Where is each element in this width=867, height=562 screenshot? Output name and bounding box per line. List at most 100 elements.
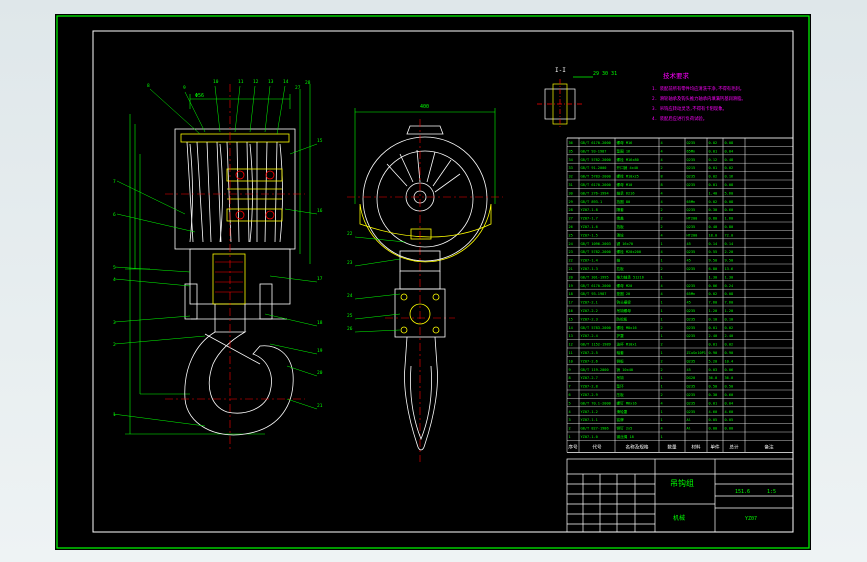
bom-cell-unit: 0.06 [709, 284, 718, 288]
bom-cell-no: 2 [569, 427, 571, 431]
bom-cell-name: 垫圈 16 [617, 148, 631, 153]
bom-cell-name: 推力轴承 51216 [617, 274, 644, 279]
bom-cell-no: 11 [569, 351, 573, 355]
bom-cell-no: 25 [569, 233, 573, 237]
bom-cell-qty: 1 [661, 351, 663, 355]
bom-cell-unit: 0.01 [709, 166, 718, 170]
bom-cell-qty: 4 [661, 141, 663, 145]
bom-cell-total: 1.60 [725, 217, 734, 221]
side-view[interactable] [347, 108, 503, 462]
bom-cell-total: 0.14 [725, 242, 734, 246]
bom-table[interactable]: 36 GB/T 6170-2000 螺母 M16 4 Q235 0.02 0.0835 GB/… [566, 137, 794, 453]
bom-cell-total: 0.60 [725, 208, 734, 212]
callout-number: 21 [317, 403, 323, 409]
bom-cell-unit: 0.02 [709, 141, 718, 145]
bom-cell-unit: 0.02 [709, 292, 718, 296]
bom-cell-unit: 0.40 [709, 225, 718, 229]
bom-cell-unit: 5.20 [709, 359, 718, 363]
hook-side-profile [404, 336, 438, 451]
bom-cell-name: 开口销 4x40 [617, 165, 639, 170]
bom-cell-qty: 1 [661, 410, 663, 414]
bom-cell-code: YZ07-1.7 [581, 217, 598, 221]
drawing-viewport[interactable]: I-I 29 30 31 技术要求 1. 装配前所有零件均应清洗干净,不得有毛刺… [55, 14, 811, 550]
bom-cell-name: 压板 [617, 392, 625, 397]
bom-cell-mat: Al [687, 427, 691, 431]
section-label: I-I [555, 67, 566, 74]
bom-cell-qty: 4 [661, 149, 663, 153]
bom-cell-no: 34 [569, 158, 573, 162]
bom-cell-total: 0.05 [725, 418, 734, 422]
hook-body [184, 331, 294, 436]
front-view[interactable] [112, 84, 318, 449]
hook-leader [204, 333, 261, 365]
bom-cell-total: 0.16 [725, 175, 734, 179]
callout-number: 7 [113, 179, 116, 185]
bom-cell-mat: Q235 [687, 317, 696, 321]
bom-cell-name: 钩头横梁 [617, 300, 632, 305]
bom-cell-no: 35 [569, 149, 573, 153]
section-detail[interactable]: I-I 29 30 31 [537, 67, 617, 129]
crossbeam-hatch [215, 261, 243, 293]
bom-cell-qty: 2 [661, 267, 663, 271]
bom-cell-code: GB/T 70.1-2000 [581, 401, 611, 405]
bom-cell-total: 36.0 [725, 376, 734, 380]
bom-cell-total: 7.60 [725, 301, 734, 305]
bom-cell-qty: 1 [661, 317, 663, 321]
bom-cell-name: 螺栓 M20x200 [617, 249, 642, 254]
bom-cell-mat: ZCuSn10P1 [687, 351, 706, 355]
bom-header-cell: 总计 [729, 443, 739, 450]
bom-cell-mat: Q235 [687, 183, 696, 187]
bom-cell-name: 护罩 [617, 333, 625, 338]
bom-cell-mat: Q235 [687, 208, 696, 212]
bom-cell-total: 0.48 [725, 158, 734, 162]
bom-cell-qty: 4 [661, 200, 663, 204]
bom-cell-unit: 0.80 [709, 217, 718, 221]
bom-cell-mat: Q235 [687, 326, 696, 330]
bom-cell-unit: 4.60 [709, 410, 718, 414]
bom-cell-name: 吊钩 [617, 375, 625, 380]
bom-cell-qty: 8 [661, 175, 663, 179]
bom-cell-qty: 1 [661, 242, 663, 246]
bom-cell-unit: 0.01 [709, 183, 718, 187]
bom-cell-name: 螺栓 M10x25 [617, 174, 639, 179]
bom-cell-mat: 45 [687, 259, 691, 263]
bom-cell-qty: 4 [661, 191, 663, 195]
bom-cell-no: 24 [569, 242, 573, 246]
bom-cell-code: YZ07-1.1 [581, 418, 598, 422]
bom-cell-mat: Q235 [687, 267, 696, 271]
bom-cell-mat: DG20 [687, 376, 696, 380]
bom-cell-unit: 0.01 [709, 401, 718, 405]
bom-cell-name: 侧板 [617, 358, 625, 363]
callout-number: 9 [183, 85, 186, 91]
callout-number: 8 [147, 83, 150, 89]
bom-cell-unit: 7.60 [709, 301, 718, 305]
bom-cell-no: 14 [569, 326, 573, 330]
bom-cell-name: 螺栓 M8x16 [617, 325, 637, 330]
bom-cell-unit: 0.50 [709, 385, 718, 389]
bom-cell-total: 10.4 [725, 359, 734, 363]
bom-cell-qty: 4 [661, 284, 663, 288]
bom-cell-unit: 0.01 [709, 343, 718, 347]
bom-cell-total: 0.08 [725, 141, 734, 145]
bom-cell-code: YZ07-2.9 [581, 393, 598, 397]
bom-cell-code: GB/T 6170-2000 [581, 284, 611, 288]
bom-cell-total: 0.24 [725, 284, 734, 288]
bom-cell-code: GB/T 827-1986 [581, 427, 609, 431]
bom-cell-unit: 0.30 [709, 208, 718, 212]
bom-cell-no: 17 [569, 301, 573, 305]
bom-cell-unit: 18.0 [709, 233, 718, 237]
bom-cell-total: 0.06 [725, 368, 734, 372]
bom-cell-total: 0.02 [725, 343, 734, 347]
bom-cell-no: 5 [569, 401, 571, 405]
bom-cell-qty: 2 [661, 208, 663, 212]
bom-cell-name: 钢丝绳 18 [617, 434, 634, 439]
bom-cell-qty: 4 [661, 158, 663, 162]
bom-cell-unit: 0.02 [709, 175, 718, 179]
bom-cell-code: GB/T 5783-2000 [581, 326, 611, 330]
bom-cell-mat: HT200 [687, 217, 698, 221]
callout-number: 28 [305, 80, 311, 86]
part-callouts: 12345678 910 11 12 13 14151617181920212223242… [113, 79, 353, 418]
bom-cell-total: 1.30 [725, 275, 734, 279]
bom-cell-qty: 2 [661, 359, 663, 363]
bom-cell-qty: 2 [661, 166, 663, 170]
